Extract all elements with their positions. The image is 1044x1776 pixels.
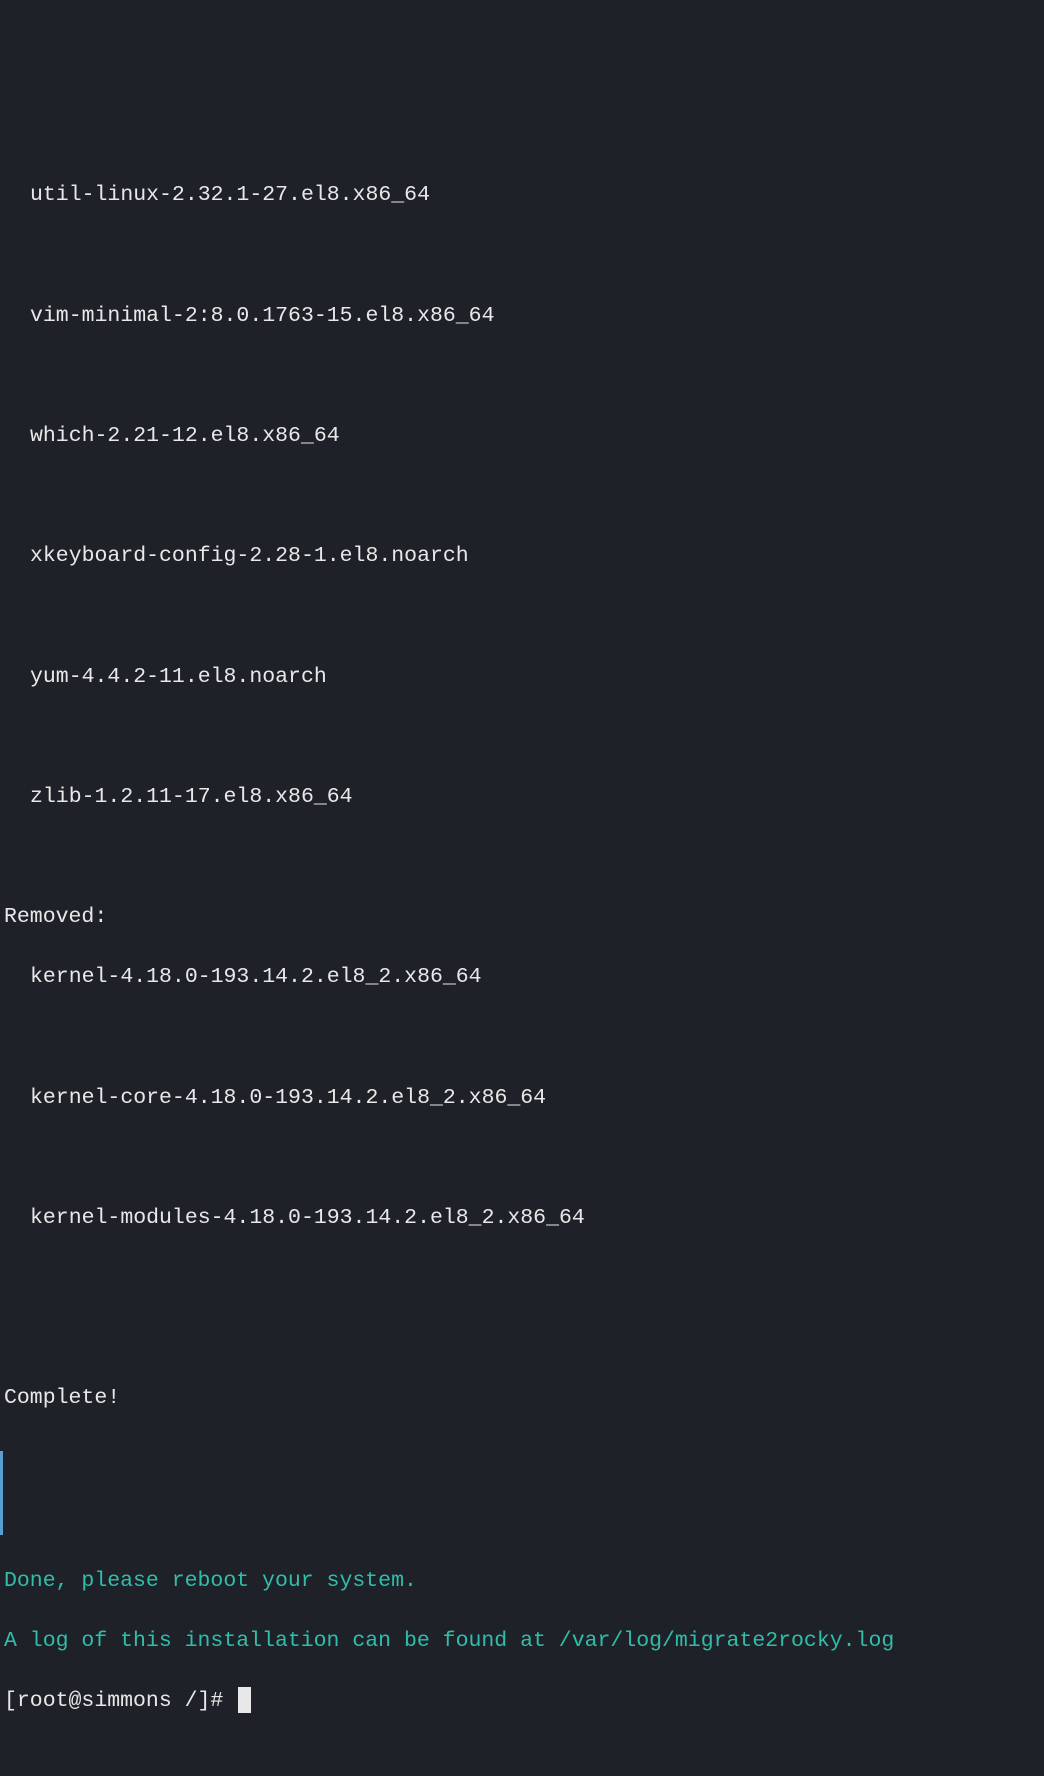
cursor-icon: [238, 1687, 251, 1713]
blank-line: [0, 842, 1044, 872]
complete-message: Complete!: [0, 1383, 1044, 1413]
left-indicator-bar: [0, 1451, 1044, 1535]
blank-line: [0, 1263, 1044, 1293]
package-line: zlib-1.2.11-17.el8.x86_64: [0, 782, 1044, 812]
blank-line: [0, 361, 1044, 391]
done-message: Done, please reboot your system.: [0, 1566, 1044, 1596]
terminal-output[interactable]: util-linux-2.32.1-27.el8.x86_64 vim-mini…: [0, 150, 1044, 1746]
blank-line: [0, 1323, 1044, 1353]
package-line: vim-minimal-2:8.0.1763-15.el8.x86_64: [0, 301, 1044, 331]
package-line: util-linux-2.32.1-27.el8.x86_64: [0, 180, 1044, 210]
log-location-message: A log of this installation can be found …: [0, 1626, 1044, 1656]
removed-package-line: kernel-modules-4.18.0-193.14.2.el8_2.x86…: [0, 1203, 1044, 1233]
blank-line: [0, 1143, 1044, 1173]
removed-package-line: kernel-core-4.18.0-193.14.2.el8_2.x86_64: [0, 1083, 1044, 1113]
removed-header: Removed:: [0, 902, 1044, 932]
package-line: which-2.21-12.el8.x86_64: [0, 421, 1044, 451]
blank-line: [0, 602, 1044, 632]
shell-prompt[interactable]: [root@simmons /]#: [0, 1686, 1044, 1716]
package-line: yum-4.4.2-11.el8.noarch: [0, 662, 1044, 692]
package-line: xkeyboard-config-2.28-1.el8.noarch: [0, 541, 1044, 571]
blank-line: [0, 722, 1044, 752]
blank-line: [0, 1023, 1044, 1053]
blank-line: [0, 481, 1044, 511]
prompt-text: [root@simmons /]#: [4, 1689, 236, 1713]
blank-line: [0, 241, 1044, 271]
removed-package-line: kernel-4.18.0-193.14.2.el8_2.x86_64: [0, 962, 1044, 992]
